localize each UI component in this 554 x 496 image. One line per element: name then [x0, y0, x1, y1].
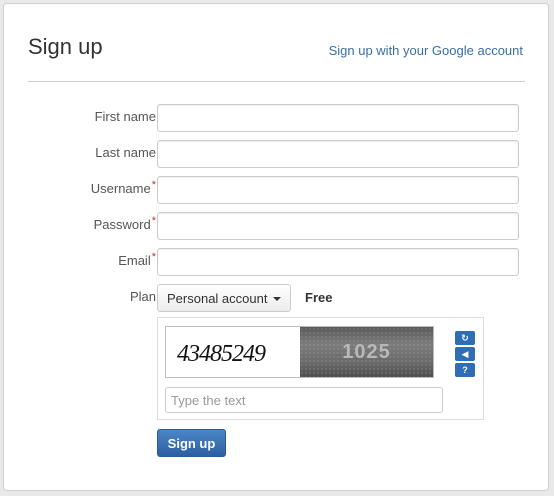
username-label: Username*: [90, 179, 156, 196]
captcha-photo: 1025: [300, 327, 433, 377]
first-name-row: First name: [0, 104, 554, 132]
captcha-input[interactable]: [165, 387, 443, 413]
last-name-input[interactable]: [157, 140, 519, 168]
captcha-controls: ↻ ◀ ?: [455, 331, 475, 377]
username-row: Username*: [0, 176, 554, 204]
required-marker: *: [151, 251, 156, 263]
captcha-box: 43485249 1025 ↻ ◀ ?: [157, 317, 484, 420]
email-row: Email*: [0, 248, 554, 276]
captcha-image: 43485249 1025: [165, 326, 434, 378]
plan-price: Free: [305, 290, 333, 305]
captcha-photo-text: 1025: [342, 340, 391, 363]
google-signup-link[interactable]: Sign up with your Google account: [329, 43, 523, 58]
plan-label: Plan: [129, 289, 156, 304]
password-input[interactable]: [157, 212, 519, 240]
email-input[interactable]: [157, 248, 519, 276]
captcha-handwritten-string: 43485249: [177, 341, 266, 367]
refresh-icon[interactable]: ↻: [455, 331, 475, 345]
username-input[interactable]: [157, 176, 519, 204]
plan-dropdown[interactable]: Personal account: [157, 284, 292, 312]
page-title: Sign up: [28, 34, 103, 59]
captcha-handwritten-text: 43485249: [177, 341, 267, 367]
sign-up-button[interactable]: Sign up: [157, 429, 226, 457]
captcha-handwritten: 43485249: [166, 327, 300, 377]
chevron-down-icon: [273, 296, 282, 301]
audio-icon[interactable]: ◀: [455, 347, 475, 361]
first-name-label: First name: [94, 109, 156, 124]
email-label: Email*: [118, 251, 156, 268]
help-icon[interactable]: ?: [455, 363, 475, 377]
required-marker: *: [151, 179, 156, 191]
required-marker: *: [151, 215, 156, 227]
plan-selected: Personal account: [167, 290, 268, 306]
first-name-input[interactable]: [157, 104, 519, 132]
last-name-label: Last name: [95, 145, 156, 160]
header-divider: [28, 81, 525, 82]
password-label: Password*: [93, 215, 156, 232]
password-row: Password*: [0, 212, 554, 240]
last-name-row: Last name: [0, 140, 554, 168]
plan-row: Plan Personal account Free: [0, 284, 554, 312]
